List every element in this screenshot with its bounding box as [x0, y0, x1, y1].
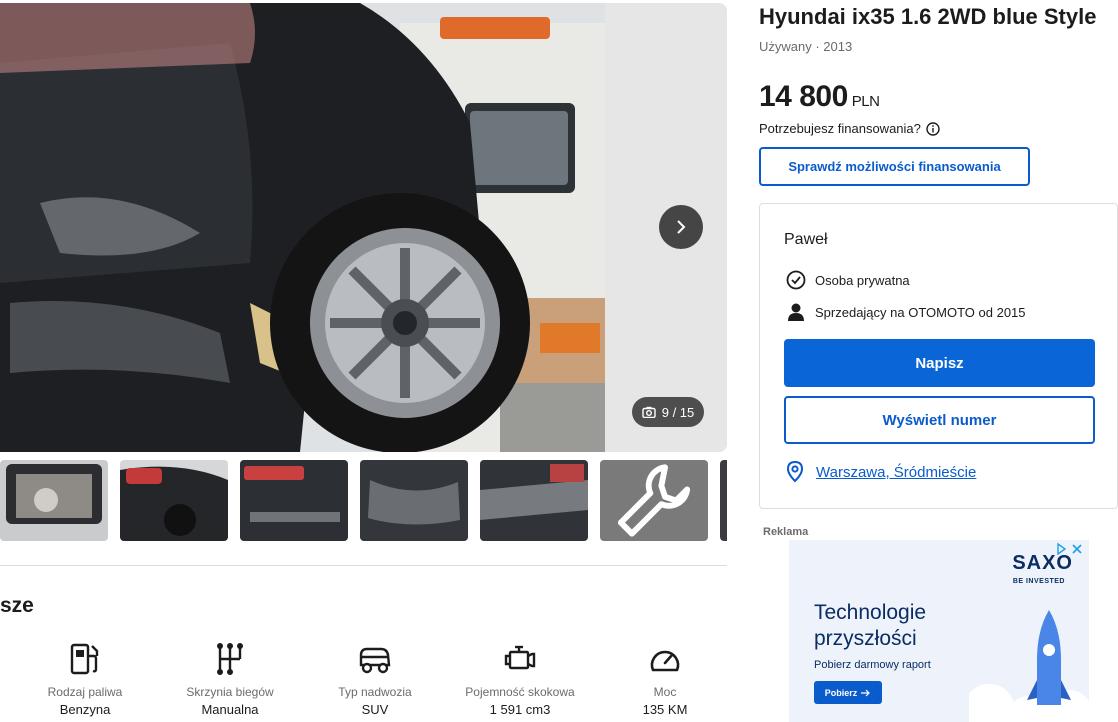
thumbnail-wrench[interactable]: [600, 460, 708, 541]
divider: [0, 565, 727, 566]
check-circle-icon: [786, 270, 806, 290]
thumbnail[interactable]: [120, 460, 228, 541]
price-value: 14 800: [759, 80, 848, 113]
spec-value: SUV: [361, 702, 389, 717]
ad-subtext: Pobierz darmowy raport: [814, 659, 931, 671]
seller-since-row: Sprzedający na OTOMOTO od 2015: [786, 302, 1026, 322]
thumbnail[interactable]: [480, 460, 588, 541]
show-phone-button[interactable]: Wyświetl numer: [784, 396, 1095, 444]
info-icon[interactable]: [926, 121, 940, 136]
spec-label: Skrzynia biegów: [186, 685, 274, 699]
seller-type-row: Osoba prywatna: [786, 270, 910, 290]
ad-cta-label: Pobierz: [824, 687, 858, 698]
financing-question: Potrzebujesz finansowania?: [759, 121, 940, 136]
gearbox-icon: [217, 643, 243, 675]
rocket-illustration: [969, 610, 1089, 722]
seller-since: Sprzedający na OTOMOTO od 2015: [815, 304, 1026, 320]
thumbnail[interactable]: [360, 460, 468, 541]
spec-label: Rodzaj paliwa: [47, 685, 123, 699]
thumbnail[interactable]: [720, 460, 727, 541]
photo-counter: 9 / 15: [632, 397, 704, 427]
ad-cta-button[interactable]: Pobierz: [814, 681, 882, 704]
spec-body: Typ nadwozia SUV: [310, 640, 440, 717]
ad-banner[interactable]: SAXO BE INVESTED Technologie przyszłości…: [789, 540, 1089, 722]
spec-label: Typ nadwozia: [338, 685, 412, 699]
spec-engine: Pojemność skokowa 1 591 cm3: [455, 640, 585, 717]
listing-subtitle: Używany · 2013: [759, 39, 853, 54]
seller-card: Paweł Osoba prywatna Sprzedający na OTOM…: [759, 203, 1118, 509]
spec-power: Moc 135 KM: [600, 640, 730, 717]
thumbnail[interactable]: [0, 460, 108, 541]
spec-label: Moc: [653, 685, 677, 699]
location-pin-icon: [786, 461, 804, 483]
speedometer-icon: [650, 650, 680, 672]
write-message-button[interactable]: Napisz: [784, 339, 1095, 387]
thumbnail-strip: [0, 460, 727, 541]
camera-icon: [642, 406, 656, 418]
chevron-right-icon: [677, 220, 686, 234]
listing-title: Hyundai ix35 1.6 2WD blue Style: [759, 4, 1097, 29]
ad-label: Reklama: [763, 526, 809, 538]
car-body-icon: [359, 647, 391, 674]
spec-label: Pojemność skokowa: [465, 685, 575, 699]
spec-gearbox: Skrzynia biegów Manualna: [165, 640, 295, 717]
main-photo[interactable]: [0, 3, 727, 452]
seller-location: Warszawa, Śródmieście: [786, 461, 976, 483]
check-financing-button[interactable]: Sprawdź możliwości finansowania: [759, 147, 1030, 186]
spec-value: Benzyna: [59, 702, 111, 717]
ad-brand-tagline: BE INVESTED: [1012, 578, 1065, 585]
engine-icon: [504, 645, 536, 670]
spec-fuel: Rodzaj paliwa Benzyna: [20, 640, 150, 717]
seller-name: Paweł: [784, 231, 828, 248]
next-photo-button[interactable]: [659, 205, 703, 249]
thumbnail[interactable]: [240, 460, 348, 541]
spec-value: 135 KM: [642, 702, 688, 717]
listing-page: 9 / 15 sze Rodzaj paliwa Benzyna Skrzyni…: [0, 0, 1118, 722]
user-icon: [788, 303, 804, 321]
car-photo-image: [0, 3, 727, 452]
arrow-right-icon: [861, 689, 871, 696]
seller-type: Osoba prywatna: [815, 272, 910, 288]
wrench-icon: [617, 464, 691, 537]
location-link[interactable]: Warszawa, Śródmieście: [816, 464, 976, 481]
photo-counter-text: 9 / 15: [661, 404, 695, 420]
ad-headline: Technologie przyszłości: [814, 601, 927, 650]
financing-question-text: Potrzebujesz finansowania?: [759, 121, 921, 136]
fuel-pump-icon: [70, 643, 99, 675]
spec-list: Rodzaj paliwa Benzyna Skrzynia biegów Ma…: [0, 640, 727, 722]
spec-value: 1 591 cm3: [489, 702, 551, 717]
price-currency: PLN: [851, 93, 880, 110]
ad-brand: SAXO: [1012, 552, 1073, 574]
spec-value: Manualna: [201, 702, 259, 717]
price: 14 800 PLN: [759, 80, 880, 114]
section-title: sze: [0, 594, 34, 617]
